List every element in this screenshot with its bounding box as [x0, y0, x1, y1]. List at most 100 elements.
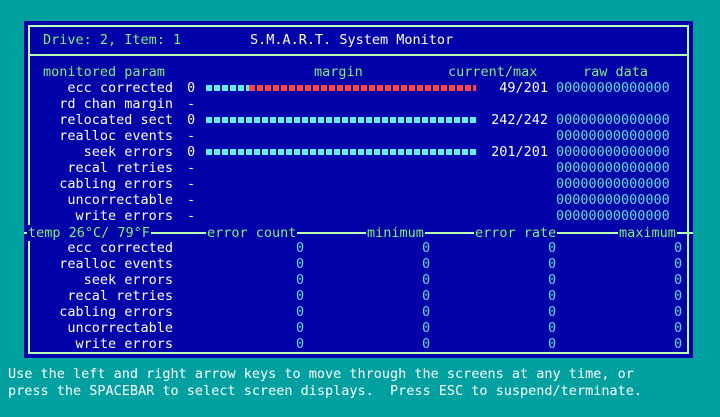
error-row: cabling errors 0 0 0 0	[24, 304, 693, 320]
param-marker: -	[187, 96, 196, 112]
param-label: rd chan margin	[59, 96, 173, 112]
monitored-row: seek errors 0 201/201 00000000000000	[24, 144, 693, 160]
raw-data-value: 00000000000000	[556, 176, 670, 192]
error-count-value: 0	[296, 256, 305, 272]
minimum-value: 0	[422, 240, 431, 256]
error-row: realloc events 0 0 0 0	[24, 256, 693, 272]
raw-data-value: 00000000000000	[556, 208, 670, 224]
error-count-value: 0	[296, 304, 305, 320]
error-row: ecc corrected 0 0 0 0	[24, 240, 693, 256]
current-max-value: 201/201	[491, 144, 548, 160]
col-minimum: minimum	[366, 225, 425, 241]
raw-data-value: 00000000000000	[556, 144, 670, 160]
param-label: ecc corrected	[67, 80, 173, 96]
param-label: recal retries	[67, 160, 173, 176]
temp-readout: temp 26°C/ 79°F	[27, 225, 151, 241]
margin-bar-ok	[206, 117, 476, 123]
error-rate-value: 0	[548, 336, 557, 352]
col-raw-data: raw data	[583, 64, 649, 80]
param-marker: 0	[187, 80, 196, 96]
error-param-label: cabling errors	[59, 304, 173, 320]
error-param-label: seek errors	[83, 272, 173, 288]
temp-divider: temp 26°C/ 79°F error count minimum erro…	[24, 225, 693, 241]
param-marker: -	[187, 176, 196, 192]
error-count-value: 0	[296, 320, 305, 336]
param-label: relocated sect	[59, 112, 173, 128]
error-rate-value: 0	[548, 272, 557, 288]
minimum-value: 0	[422, 288, 431, 304]
current-max-value: 49/201	[499, 80, 548, 96]
error-row: recal retries 0 0 0 0	[24, 288, 693, 304]
error-rate-value: 0	[548, 240, 557, 256]
margin-bar-ok	[206, 85, 249, 91]
margin-bar-used	[249, 85, 476, 91]
param-marker: 0	[187, 112, 196, 128]
col-maximum: maximum	[618, 225, 677, 241]
maximum-value: 0	[674, 256, 683, 272]
monitored-row: relocated sect 0 242/242 00000000000000	[24, 112, 693, 128]
error-rate-value: 0	[548, 320, 557, 336]
param-marker: -	[187, 192, 196, 208]
minimum-value: 0	[422, 336, 431, 352]
maximum-value: 0	[674, 336, 683, 352]
col-monitored-param: monitored param	[43, 64, 165, 80]
param-marker: -	[187, 128, 196, 144]
monitored-row: rd chan margin -	[24, 96, 693, 112]
help-line-1: Use the left and right arrow keys to mov…	[8, 366, 634, 382]
error-count-value: 0	[296, 240, 305, 256]
col-error-rate: error rate	[474, 225, 558, 241]
error-param-label: realloc events	[59, 256, 173, 272]
smart-monitor-panel: Drive: 2, Item: 1 S.M.A.R.T. System Moni…	[24, 21, 693, 358]
help-text: Use the left and right arrow keys to mov…	[0, 366, 720, 417]
monitored-row: realloc events - 00000000000000	[24, 128, 693, 144]
maximum-value: 0	[674, 304, 683, 320]
error-rate-value: 0	[548, 304, 557, 320]
monitored-row: ecc corrected 0 49/201 00000000000000	[24, 80, 693, 96]
minimum-value: 0	[422, 320, 431, 336]
error-rate-value: 0	[548, 256, 557, 272]
param-marker: -	[187, 208, 196, 224]
error-row: seek errors 0 0 0 0	[24, 272, 693, 288]
param-marker: -	[187, 160, 196, 176]
raw-data-value: 00000000000000	[556, 80, 670, 96]
col-current-max: current/max	[448, 64, 538, 80]
raw-data-value: 00000000000000	[556, 128, 670, 144]
maximum-value: 0	[674, 320, 683, 336]
maximum-value: 0	[674, 288, 683, 304]
col-margin: margin	[314, 64, 363, 80]
raw-data-value: 00000000000000	[556, 160, 670, 176]
help-line-2: press the SPACEBAR to select screen disp…	[8, 383, 642, 399]
error-row: uncorrectable 0 0 0 0	[24, 320, 693, 336]
param-label: uncorrectable	[67, 192, 173, 208]
monitored-row: cabling errors - 00000000000000	[24, 176, 693, 192]
param-label: seek errors	[83, 144, 173, 160]
drive-item-label: Drive: 2, Item: 1	[43, 32, 182, 48]
error-param-label: uncorrectable	[67, 320, 173, 336]
current-max-value: 242/242	[491, 112, 548, 128]
error-count-value: 0	[296, 336, 305, 352]
minimum-value: 0	[422, 304, 431, 320]
raw-data-value: 00000000000000	[556, 112, 670, 128]
error-rate-value: 0	[548, 288, 557, 304]
monitored-row: recal retries - 00000000000000	[24, 160, 693, 176]
col-error-count: error count	[206, 225, 298, 241]
margin-bar-ok	[206, 149, 476, 155]
error-param-label: ecc corrected	[67, 240, 173, 256]
error-param-label: recal retries	[67, 288, 173, 304]
param-label: cabling errors	[59, 176, 173, 192]
minimum-value: 0	[422, 272, 431, 288]
maximum-value: 0	[674, 272, 683, 288]
maximum-value: 0	[674, 240, 683, 256]
error-count-value: 0	[296, 272, 305, 288]
error-row: write errors 0 0 0 0	[24, 336, 693, 352]
error-param-label: write errors	[75, 336, 173, 352]
minimum-value: 0	[422, 256, 431, 272]
header-divider	[28, 54, 689, 56]
param-label: realloc events	[59, 128, 173, 144]
monitored-row: write errors - 00000000000000	[24, 208, 693, 224]
monitored-row: uncorrectable - 00000000000000	[24, 192, 693, 208]
window-title: S.M.A.R.T. System Monitor	[250, 32, 454, 48]
param-marker: 0	[187, 144, 196, 160]
error-count-value: 0	[296, 288, 305, 304]
raw-data-value: 00000000000000	[556, 192, 670, 208]
